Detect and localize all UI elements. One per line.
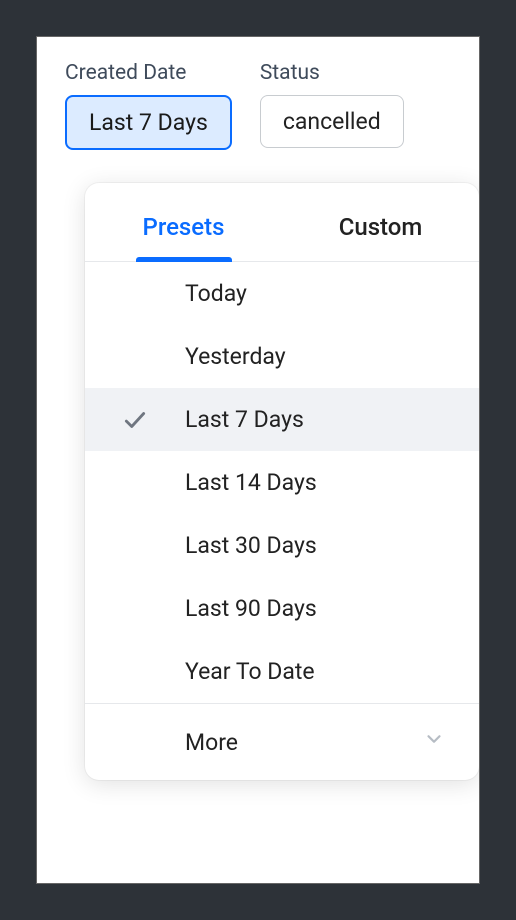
filter-row: Created Date Last 7 Days Status cancelle…: [65, 61, 451, 150]
option-label: Last 90 Days: [185, 595, 317, 622]
filter-created-date: Created Date Last 7 Days: [65, 61, 232, 150]
option-last-7-days[interactable]: Last 7 Days: [85, 388, 479, 451]
option-label: Yesterday: [185, 343, 286, 370]
more-button[interactable]: More: [85, 703, 479, 780]
filter-status: Status cancelled: [260, 61, 404, 150]
option-label: Last 7 Days: [185, 406, 304, 433]
option-last-90-days[interactable]: Last 90 Days: [85, 577, 479, 640]
tab-presets[interactable]: Presets: [85, 213, 282, 261]
preset-options: Today Yesterday Last 7 Days Last 14 Days…: [85, 262, 479, 703]
app-frame: Created Date Last 7 Days Status cancelle…: [36, 36, 480, 884]
option-year-to-date[interactable]: Year To Date: [85, 640, 479, 703]
option-label: Last 30 Days: [185, 532, 317, 559]
option-label: Last 14 Days: [185, 469, 317, 496]
option-last-14-days[interactable]: Last 14 Days: [85, 451, 479, 514]
dropdown-tabs: Presets Custom: [85, 183, 479, 262]
filter-pill-created-date[interactable]: Last 7 Days: [65, 95, 232, 150]
tab-custom[interactable]: Custom: [282, 213, 479, 261]
chevron-down-icon: [423, 728, 445, 756]
option-last-30-days[interactable]: Last 30 Days: [85, 514, 479, 577]
filter-label-created-date: Created Date: [65, 61, 232, 85]
date-preset-dropdown: Presets Custom Today Yesterday Last 7 Da…: [85, 183, 479, 780]
filter-label-status: Status: [260, 61, 404, 85]
check-icon: [85, 407, 185, 433]
option-label: Year To Date: [185, 658, 315, 685]
option-label: Today: [185, 280, 247, 307]
more-label: More: [185, 729, 238, 756]
option-yesterday[interactable]: Yesterday: [85, 325, 479, 388]
filter-pill-status[interactable]: cancelled: [260, 95, 404, 148]
option-today[interactable]: Today: [85, 262, 479, 325]
